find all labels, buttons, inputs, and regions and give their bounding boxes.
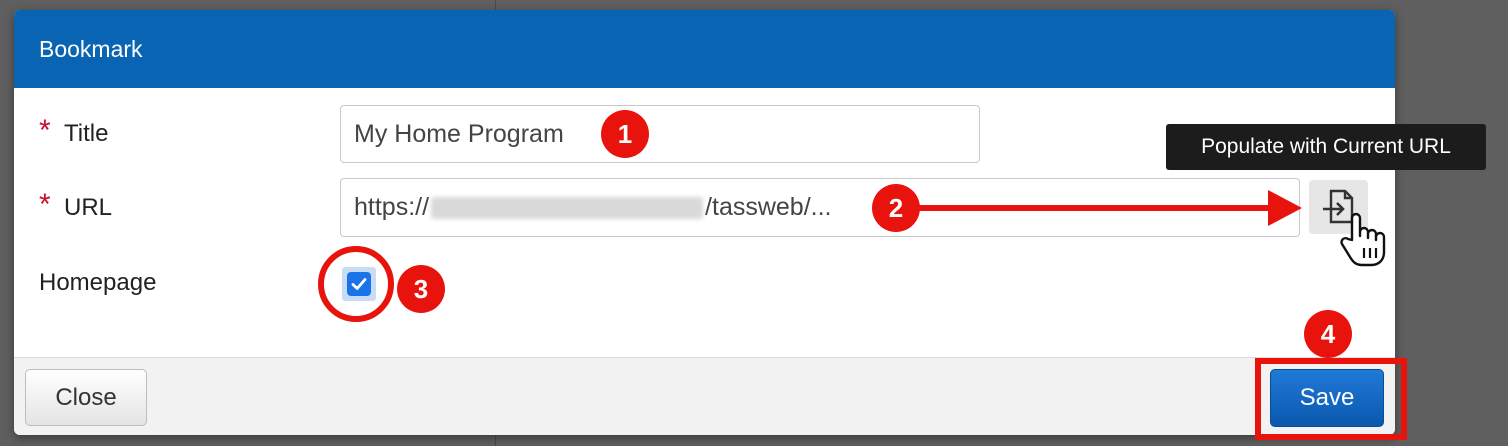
hand-cursor-icon xyxy=(1340,212,1386,267)
arrow-line xyxy=(918,205,1272,211)
required-marker: * xyxy=(39,114,51,147)
homepage-label: Homepage xyxy=(39,269,157,296)
populate-tooltip: Populate with Current URL xyxy=(1166,124,1486,170)
step-2-badge: 2 xyxy=(872,184,920,232)
url-label-group: * URL xyxy=(39,188,113,222)
bookmark-dialog: Bookmark * Title My Home Program * URL h… xyxy=(14,10,1395,435)
close-button[interactable]: Close xyxy=(25,369,147,426)
dialog-header: Bookmark xyxy=(14,10,1395,88)
title-label: Title xyxy=(64,120,109,147)
title-input[interactable]: My Home Program xyxy=(340,105,980,163)
required-marker: * xyxy=(39,188,51,221)
dialog-title: Bookmark xyxy=(39,35,143,62)
dialog-footer: Close Save xyxy=(14,357,1395,435)
step-3-badge: 3 xyxy=(397,265,445,313)
url-prefix: https:// xyxy=(354,193,430,221)
save-highlight-box xyxy=(1255,358,1407,440)
title-label-group: * Title xyxy=(39,114,109,148)
url-label: URL xyxy=(64,194,113,221)
redacted-host xyxy=(431,196,704,219)
title-input-value: My Home Program xyxy=(354,119,564,148)
step-4-badge: 4 xyxy=(1304,310,1352,358)
step-3-ring xyxy=(318,246,394,322)
step-1-badge: 1 xyxy=(601,110,649,158)
url-suffix: /tassweb/... xyxy=(705,193,832,221)
arrow-head-icon xyxy=(1268,190,1302,226)
